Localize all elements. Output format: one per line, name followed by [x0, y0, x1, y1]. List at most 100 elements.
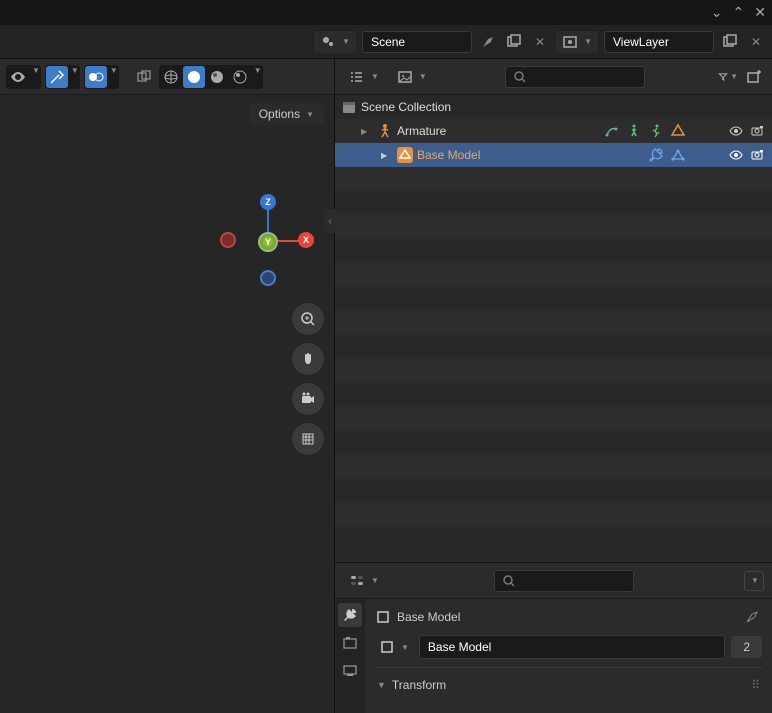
pan-icon[interactable] — [292, 343, 324, 375]
users-count-button[interactable]: 2 — [731, 636, 762, 658]
chevron-down-icon: ▼ — [377, 680, 386, 690]
drag-handle-icon[interactable]: ⠿ — [751, 678, 762, 692]
outliner-mode-dropdown[interactable]: ▼ — [343, 66, 385, 88]
chevron-down-icon: ▼ — [584, 37, 592, 46]
collection-icon — [341, 99, 357, 115]
axis-y[interactable]: Y — [258, 232, 278, 252]
tree-row-armature[interactable]: ▶ Armature — [335, 119, 772, 143]
image-icon — [397, 69, 413, 85]
run-icon[interactable] — [648, 123, 664, 139]
armature-icon — [377, 123, 393, 139]
chevron-down-icon: ▼ — [342, 37, 350, 46]
expand-arrow-icon[interactable]: ▶ — [361, 127, 373, 136]
mesh-icon — [397, 147, 413, 163]
camera-view-icon[interactable] — [292, 383, 324, 415]
window-titlebar: ⌄ ⌃ ✕ — [0, 0, 772, 25]
search-input[interactable] — [494, 570, 634, 592]
zoom-icon[interactable] — [292, 303, 324, 335]
collection-label: Scene Collection — [361, 100, 766, 114]
viewlayer-type-dropdown[interactable]: ▼ — [556, 31, 598, 53]
viewlayer-icon — [562, 34, 578, 50]
perspective-toggle-icon[interactable] — [292, 423, 324, 455]
close-icon[interactable]: ✕ — [754, 4, 766, 21]
shading-wireframe[interactable] — [160, 66, 182, 88]
modifier-armature-icon[interactable] — [604, 123, 620, 139]
properties-panel: ▼ ▼ — [335, 563, 772, 713]
mesh-data-icon[interactable] — [670, 123, 686, 139]
delete-scene-icon[interactable]: ✕ — [530, 32, 550, 52]
search-icon — [512, 69, 528, 85]
shading-solid[interactable] — [183, 66, 205, 88]
object-icon — [379, 639, 395, 655]
new-viewlayer-icon[interactable] — [720, 32, 740, 52]
gizmo-toggle[interactable] — [46, 66, 68, 88]
outliner-header: ▼ ▼ ▼ — [335, 59, 772, 95]
vertex-groups-icon[interactable] — [670, 147, 686, 163]
editor-type-dropdown[interactable]: ▼ — [343, 570, 385, 592]
viewlayer-name-field[interactable]: ViewLayer — [604, 31, 714, 53]
chevron-down-icon[interactable]: ▼ — [71, 66, 79, 88]
chevron-down-icon[interactable]: ▼ — [110, 66, 118, 88]
collection-row[interactable]: Scene Collection — [335, 95, 772, 119]
list-icon — [349, 69, 365, 85]
viewport-header: ▼ ▼ ▼ — [0, 59, 334, 95]
outliner-tree: Scene Collection ▶ Armature — [335, 95, 772, 562]
render-icon[interactable] — [750, 147, 766, 163]
tree-label: Armature — [397, 124, 600, 138]
modifier-icon[interactable] — [648, 147, 664, 163]
properties-icon — [349, 573, 365, 589]
tab-tool[interactable] — [338, 603, 362, 627]
tab-render[interactable] — [338, 631, 362, 655]
navigation-gizmo[interactable]: Z X Y — [220, 194, 310, 294]
transform-panel-header[interactable]: ▼ Transform ⠿ — [375, 667, 762, 696]
axis-neg-x[interactable] — [220, 232, 236, 248]
scene-name-field[interactable]: Scene — [362, 31, 472, 53]
pin-icon[interactable] — [474, 27, 502, 55]
main-topbar: ▼ Scene ✕ ▼ ViewLayer ✕ — [0, 25, 772, 59]
eye-icon[interactable] — [728, 123, 744, 139]
delete-viewlayer-icon[interactable]: ✕ — [746, 32, 766, 52]
maximize-icon[interactable]: ⌃ — [733, 4, 745, 21]
viewport-3d[interactable]: ▼ ▼ ▼ — [0, 59, 335, 713]
shading-material[interactable] — [206, 66, 228, 88]
xray-toggle[interactable] — [133, 66, 155, 88]
pose-icon[interactable] — [626, 123, 642, 139]
filter-icon[interactable]: ▼ — [718, 67, 738, 87]
axis-neg-z[interactable] — [260, 270, 276, 286]
chevron-down-icon: ▼ — [371, 576, 379, 585]
tab-output[interactable] — [338, 659, 362, 683]
chevron-down-icon: ▼ — [306, 110, 314, 119]
options-dropdown-icon[interactable]: ▼ — [744, 571, 764, 591]
chevron-down-icon: ▼ — [730, 72, 738, 81]
object-data-dropdown[interactable]: ▼ — [375, 635, 413, 659]
display-mode-dropdown[interactable]: ▼ — [391, 66, 433, 88]
tree-row-base-model[interactable]: ▶ Base Model — [335, 143, 772, 167]
overlay-toggle[interactable] — [85, 66, 107, 88]
object-icon — [375, 609, 391, 625]
new-collection-icon[interactable] — [744, 67, 764, 87]
options-dropdown[interactable]: Options ▼ — [249, 103, 324, 125]
pin-icon[interactable] — [738, 603, 766, 631]
visibility-toggle[interactable] — [7, 66, 29, 88]
search-icon — [501, 573, 517, 589]
eye-icon[interactable] — [728, 147, 744, 163]
object-name-field[interactable]: Base Model — [419, 635, 725, 659]
breadcrumb: Base Model — [375, 607, 762, 627]
expand-arrow-icon[interactable]: ▶ — [381, 151, 393, 160]
axis-z[interactable]: Z — [260, 194, 276, 210]
panel-title: Transform — [392, 678, 446, 692]
render-icon[interactable] — [750, 123, 766, 139]
chevron-down-icon: ▼ — [401, 643, 409, 652]
new-scene-icon[interactable] — [504, 32, 524, 52]
tree-label: Base Model — [417, 148, 644, 162]
search-input[interactable] — [505, 66, 645, 88]
axis-x[interactable]: X — [298, 232, 314, 248]
chevron-down-icon[interactable]: ▼ — [254, 66, 262, 88]
outliner-panel: ▼ ▼ ▼ — [335, 59, 772, 563]
properties-tabs — [335, 599, 365, 713]
scene-type-dropdown[interactable]: ▼ — [314, 31, 356, 53]
shading-rendered[interactable] — [229, 66, 251, 88]
minimize-icon[interactable]: ⌄ — [711, 4, 723, 21]
chevron-down-icon[interactable]: ▼ — [32, 66, 40, 88]
collapse-sidebar-icon[interactable]: ‹ — [324, 209, 336, 233]
